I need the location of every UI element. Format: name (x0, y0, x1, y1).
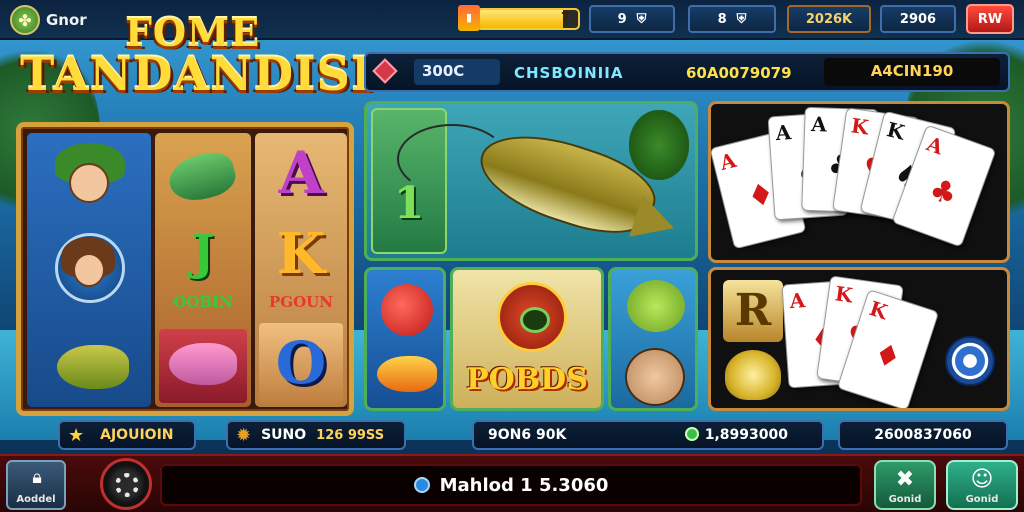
strip-label-1: AJOUIOIN (100, 427, 174, 443)
info-right-value: A4CIN190 (824, 58, 1000, 86)
helmet-eye (520, 307, 550, 333)
card-rank: K (833, 281, 855, 308)
boy-face-symbol (69, 163, 109, 203)
coin-balance-value: 2026K (805, 11, 853, 27)
info-icon (413, 477, 430, 493)
card-rank: A (717, 147, 739, 175)
reel-2-word: OOBIN (173, 293, 233, 311)
reel-2: J OOBIN (155, 133, 251, 407)
poker-chip-icon (945, 336, 995, 386)
gear-icon: ✹ (236, 424, 252, 446)
card-rank: A (810, 111, 828, 137)
game-button[interactable]: ✖ Gonid (874, 460, 936, 510)
card-rank: A (923, 131, 947, 160)
xp-meter: 7 ▮ (458, 5, 580, 33)
stat-box-2[interactable]: 8 ⛨ (688, 5, 776, 33)
letter-r-symbol: R (723, 280, 783, 342)
lock-button[interactable]: 🔒︎ Aoddel (6, 460, 66, 510)
message-bar: Mahlod 1 5.3060 (160, 464, 862, 506)
strip-label-3: 9ON6 90K (488, 427, 567, 443)
reel-3: A K PGOUN O (255, 133, 347, 407)
profile-button[interactable]: ☺ Gonid (946, 460, 1018, 510)
warrior-face-symbol (73, 253, 105, 287)
lock-button-label: Aoddel (16, 494, 56, 505)
stat-value-2: 8 (717, 11, 727, 27)
card-rank: A (774, 120, 792, 146)
coin-icon (684, 427, 699, 441)
goldfish-symbol (377, 356, 437, 392)
pirate-symbol (625, 348, 685, 406)
jackpot-number: 60A0079079 (686, 64, 792, 82)
star-icon: ★ (68, 424, 85, 446)
strip-label-2: SUNO (261, 427, 307, 443)
fern-decoration (629, 110, 689, 180)
letter-j-symbol: J (191, 225, 215, 281)
xp-progress-bar: 7 (476, 8, 580, 30)
strip-right-value: 2600837060 (874, 427, 972, 443)
slot-reels-frame: J OOBIN A K PGOUN O (16, 122, 354, 416)
card-rank: A (788, 288, 806, 314)
game-button-label: Gonid (888, 494, 922, 505)
card-rank: K (884, 117, 908, 145)
trophy-icon: ▮ (458, 5, 480, 31)
info-strip-1[interactable]: ★ AJOUIOIN (58, 420, 196, 450)
seashell-symbol (725, 350, 781, 400)
crossed-tools-icon: ✖ (895, 467, 915, 492)
shield-icon: ⛨ (636, 11, 647, 27)
gem-icon (372, 58, 398, 84)
title-line-2: TANDANDISI (20, 47, 374, 101)
xp-value: 7 (560, 11, 570, 26)
shield-icon: ⛨ (736, 11, 747, 27)
cards-panel-top[interactable]: A♦A♠A♣K♥K♠A♣ (708, 101, 1010, 263)
card-rank: K (849, 113, 871, 140)
letter-a-symbol: A (278, 139, 324, 207)
info-bar: 300C CHSBOINIIA 60A0079079 A4CIN190 (364, 52, 1010, 92)
rw-button[interactable]: RW (966, 4, 1014, 34)
strip-amount-3: 1,8993000 (704, 427, 788, 443)
yellow-fish-symbol (57, 345, 129, 389)
card-rank: K (866, 296, 891, 325)
spin-button[interactable] (100, 458, 152, 510)
red-shell-symbol (381, 284, 433, 336)
profile-button-label: Gonid (965, 494, 999, 505)
frog-symbol (627, 280, 685, 332)
cards-panel-bottom[interactable]: R A♦K♥K♦ (708, 267, 1010, 411)
lock-icon: 🔒︎ (32, 467, 42, 488)
strip-amount-3-wrap: 1,8993000 (684, 427, 788, 443)
xp-progress-fill (478, 10, 563, 28)
gem-balance-value: 2906 (899, 11, 937, 27)
bottom-bar: 🔒︎ Aoddel Mahlod 1 5.3060 ✖ Gonid ☺ Goni… (0, 454, 1024, 512)
green-fish-symbol (164, 147, 240, 207)
spin-icon (115, 473, 139, 497)
letter-k-symbol: K (276, 221, 326, 287)
reel-1 (27, 133, 151, 407)
message-text: Mahlod 1 5.3060 (439, 474, 609, 496)
tile-frog[interactable] (608, 267, 698, 411)
info-strip-4[interactable]: 2600837060 (838, 420, 1008, 450)
helmet-character (497, 282, 567, 352)
pink-fish-symbol (169, 343, 237, 385)
tile-pobds[interactable]: POBDS (450, 267, 604, 411)
strip-amount-2: 126 99SS (316, 427, 385, 443)
card-suit: ♦ (869, 335, 906, 378)
pobds-label: POBDS (466, 362, 588, 397)
fishing-panel[interactable]: 1 (364, 101, 698, 261)
stat-box-1[interactable]: 9 ⛨ (589, 5, 675, 33)
card-suit: ♣ (924, 171, 962, 214)
tile-heart[interactable] (364, 267, 446, 411)
game-title: FOME TANDANDISI (20, 10, 374, 101)
info-strip-2[interactable]: ✹ SUNO 126 99SS (226, 420, 406, 450)
bet-value[interactable]: 300C (414, 59, 500, 85)
letter-o-symbol: O (275, 329, 327, 397)
game-name: CHSBOINIIA (514, 64, 624, 82)
reel-3-word: PGOUN (269, 293, 333, 311)
info-strip-3[interactable]: 9ON6 90K 1,8993000 (472, 420, 824, 450)
gem-balance[interactable]: 2906 (880, 5, 956, 33)
stat-value-1: 9 (617, 11, 627, 27)
coin-balance[interactable]: 2026K (787, 5, 871, 33)
person-icon: ☺ (970, 467, 994, 492)
